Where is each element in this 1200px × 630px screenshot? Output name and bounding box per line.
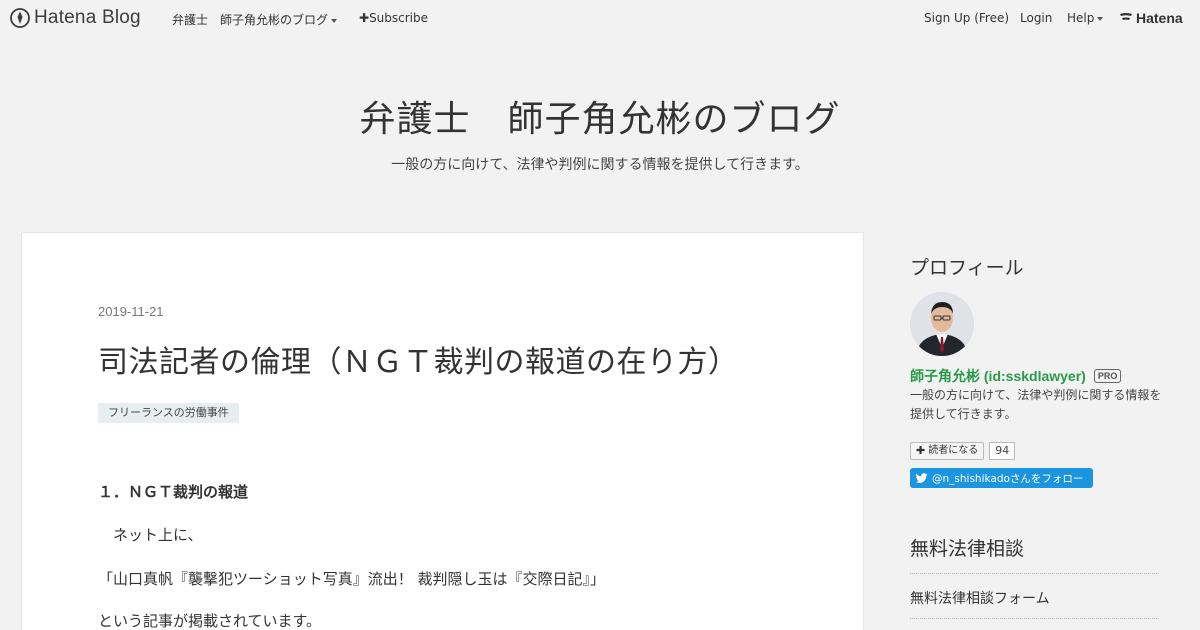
chevron-down-icon xyxy=(1097,16,1104,21)
blog-title[interactable]: 弁護士 師子角允彬のブログ xyxy=(0,90,1200,142)
entry-title[interactable]: 司法記者の倫理（ＮＧＴ裁判の報道の在り方） xyxy=(98,337,739,381)
entry-date[interactable]: 2019-11-21 xyxy=(98,304,164,319)
subscribe-reader-widget: ✚ 読者になる 94 xyxy=(910,442,1016,460)
pro-badge: PRO xyxy=(1093,369,1122,383)
entry-card: 2019-11-21 司法記者の倫理（ＮＧＴ裁判の報道の在り方） フリーランスの… xyxy=(21,232,864,630)
global-header: Hatena Blog 弁護士 師子角允彬のブログ ✚Subscribe Sig… xyxy=(0,0,1200,36)
sidebar: プロフィール 師子角允彬 (id:sskdlawyer) PRO 一般の方に向け… xyxy=(892,232,1182,630)
twitter-bird-icon xyxy=(915,472,928,483)
section-heading: １．ＮＧＴ裁判の報道 xyxy=(98,483,249,501)
blog-description: 一般の方に向けて、法律や判例に関する情報を提供して行きます。 xyxy=(391,157,809,173)
entry-paragraph: ネット上に、 xyxy=(98,526,203,544)
hatena-wing-icon xyxy=(1120,13,1132,20)
help-menu[interactable]: Help xyxy=(1067,11,1104,25)
hatena-blog-logo[interactable]: Hatena Blog xyxy=(10,7,141,29)
consult-form-link[interactable]: 無料法律相談フォーム xyxy=(910,573,1159,619)
consult-section-title: 無料法律相談 xyxy=(910,538,1025,560)
chevron-down-icon xyxy=(331,18,338,23)
plus-icon: ✚ xyxy=(359,11,370,25)
profile-title: プロフィール xyxy=(910,257,1024,279)
profile-description: 一般の方に向けて、法律や判例に関する情報を提供して行きます。 xyxy=(910,388,1162,421)
profile-name[interactable]: 師子角允彬 (id:sskdlawyer) PRO xyxy=(910,366,1122,386)
logo-text: Hatena Blog xyxy=(34,7,141,28)
profile-avatar[interactable] xyxy=(910,292,974,356)
subscribe-button[interactable]: ✚Subscribe xyxy=(359,11,428,25)
entry-paragraph: という記事が掲載されています。 xyxy=(98,612,322,630)
entry-paragraph: 「山口真帆『襲撃犯ツーショット写真』流出！ 裁判隠し玉は『交際日記』」 xyxy=(98,570,605,588)
plus-icon: ✚ xyxy=(916,444,926,457)
signup-link[interactable]: Sign Up (Free) xyxy=(924,11,1009,25)
hatena-blog-pen-icon xyxy=(10,8,30,28)
login-link[interactable]: Login xyxy=(1020,11,1052,25)
twitter-follow-button[interactable]: @n_shishikadoさんをフォロー xyxy=(910,468,1093,488)
hatena-logo[interactable]: Hatena xyxy=(1119,10,1183,26)
blog-link[interactable]: 弁護士 師子角允彬のブログ xyxy=(172,11,338,28)
become-reader-button[interactable]: ✚ 読者になる xyxy=(910,442,985,460)
reader-count: 94 xyxy=(989,442,1016,460)
category-tag[interactable]: フリーランスの労働事件 xyxy=(98,403,239,423)
person-portrait-icon xyxy=(910,292,974,356)
